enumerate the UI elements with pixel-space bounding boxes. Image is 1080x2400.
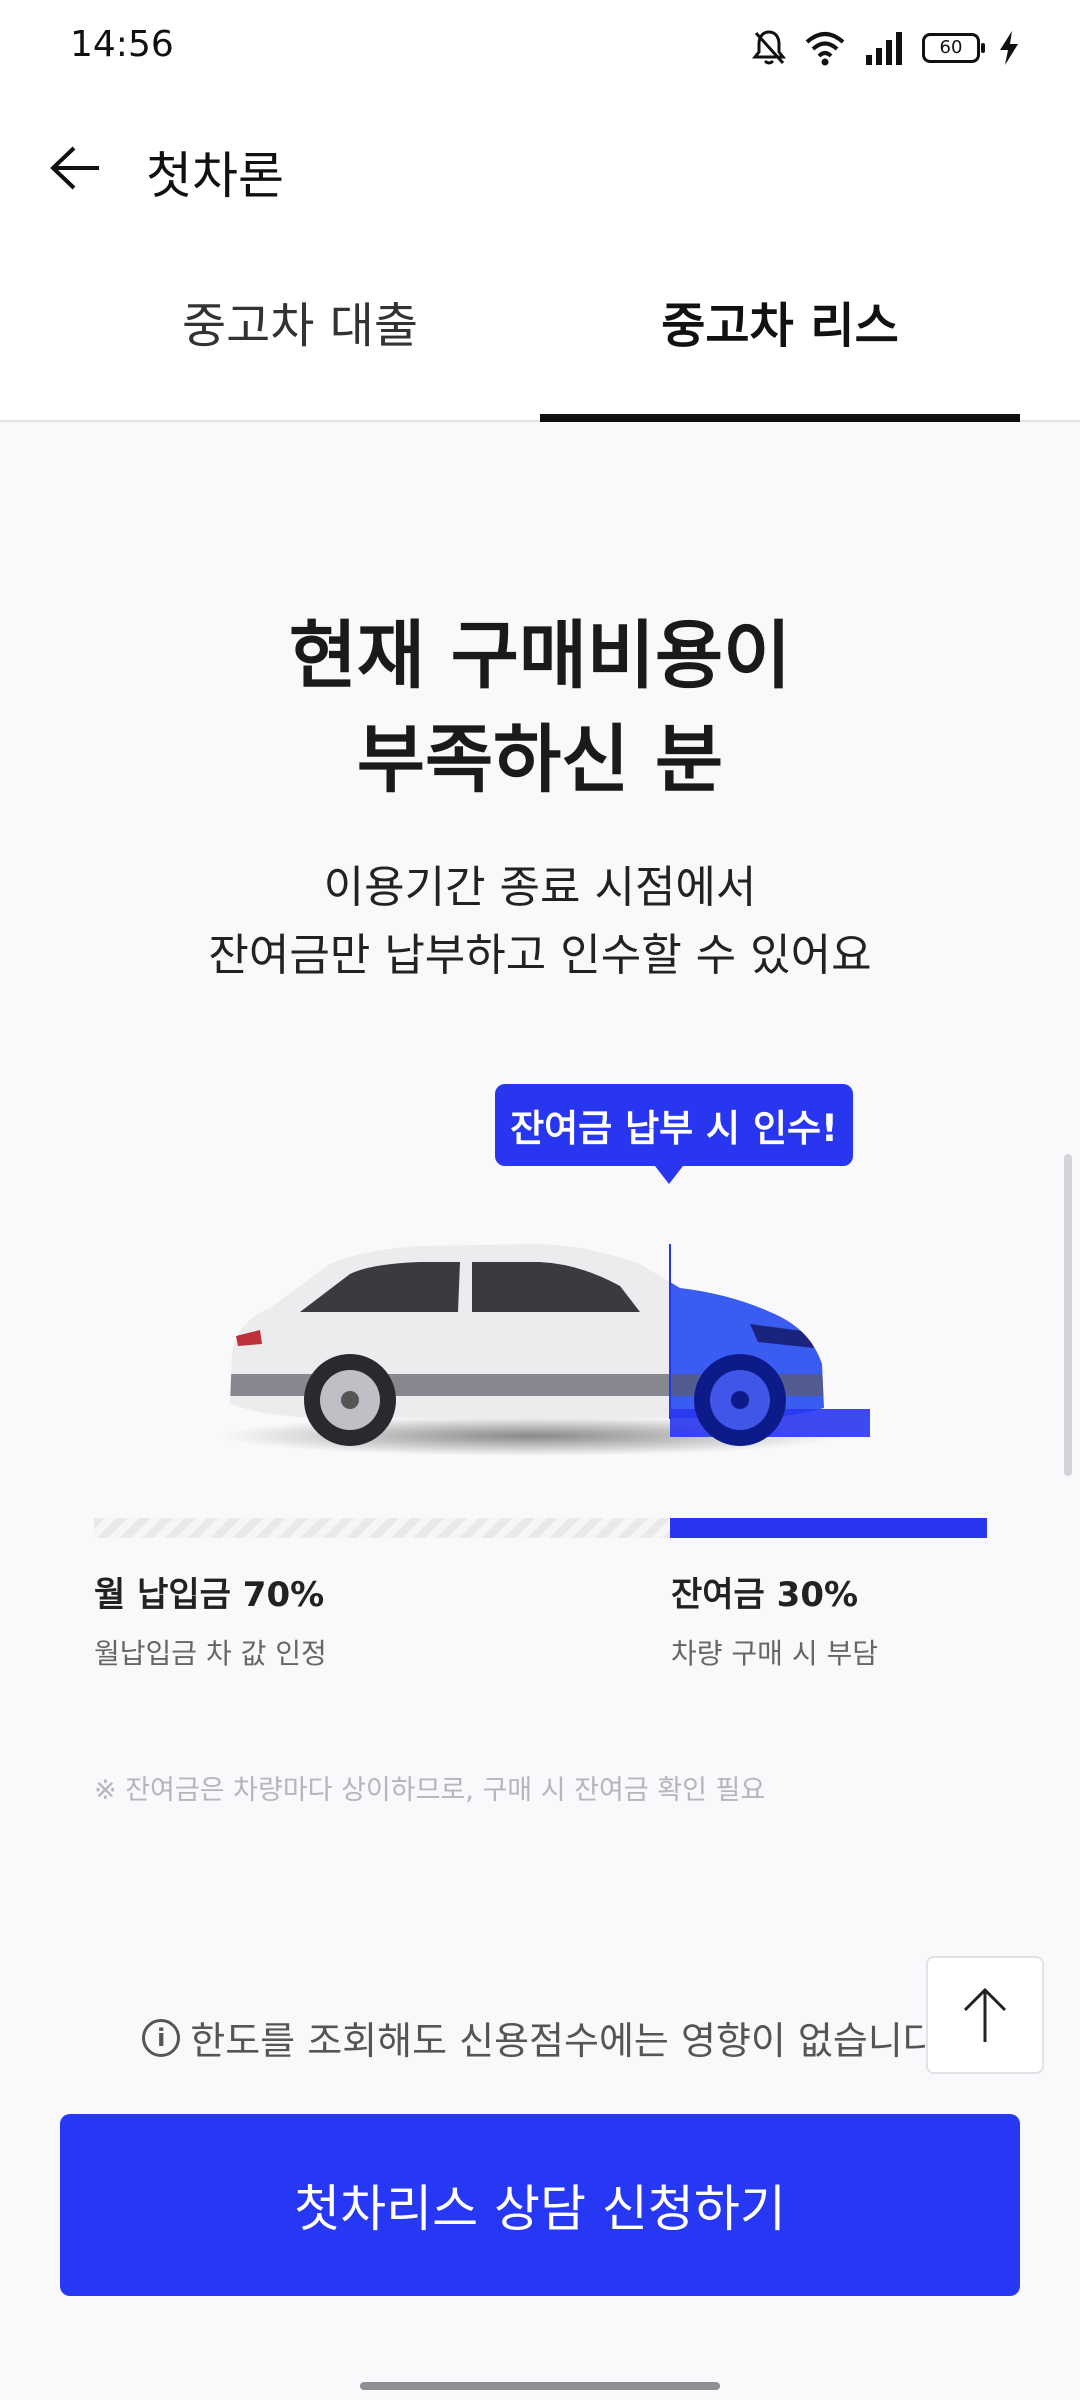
scroll-to-top-button[interactable] bbox=[926, 1956, 1044, 2074]
charging-icon bbox=[1000, 31, 1018, 65]
app-bar: 첫차론 bbox=[0, 96, 1080, 240]
tab-used-car-loan[interactable]: 중고차 대출 bbox=[60, 240, 540, 422]
info-icon: i bbox=[142, 2018, 181, 2057]
residual-note: ※ 잔여금은 차량마다 상이하므로, 구매 시 잔여금 확인 필요 bbox=[94, 1775, 766, 1806]
monthly-payment-bar bbox=[94, 1518, 670, 1538]
residual-desc: 차량 구매 시 부담 bbox=[671, 1637, 879, 1670]
subtext-line-2: 잔여금만 납부하고 인수할 수 있어요 bbox=[208, 930, 872, 981]
tab-bar: 중고차 대출 중고차 리스 bbox=[0, 240, 1080, 422]
signal-icon bbox=[866, 32, 902, 65]
residual-title: 잔여금 30% bbox=[671, 1575, 859, 1615]
credit-info-text: 한도를 조회해도 신용점수에는 영향이 없습니다 bbox=[190, 2019, 938, 2063]
hero-headline: 현재 구매비용이 부족하신 분 bbox=[0, 604, 1080, 812]
wifi-icon bbox=[805, 32, 845, 66]
hero-subtext: 이용기간 종료 시점에서 잔여금만 납부하고 인수할 수 있어요 bbox=[0, 854, 1080, 990]
back-arrow-icon bbox=[50, 146, 99, 190]
mute-icon bbox=[752, 30, 786, 65]
apply-consultation-button[interactable]: 첫차리스 상담 신청하기 bbox=[60, 2114, 1020, 2296]
active-tab-indicator bbox=[540, 414, 1020, 422]
scrollbar[interactable] bbox=[1064, 1154, 1072, 1476]
car-illustration bbox=[220, 1244, 870, 1456]
headline-line-1: 현재 구매비용이 bbox=[288, 613, 792, 699]
status-bar: 14:56 60 bbox=[0, 0, 1080, 96]
page-title: 첫차론 bbox=[146, 147, 284, 205]
monthly-payment-legend: 월 납입금 70% 월납입금 차 값 인정 bbox=[94, 1572, 327, 1672]
credit-info-line: i 한도를 조회해도 신용점수에는 영향이 없습니다 bbox=[0, 2010, 1080, 2065]
home-indicator[interactable] bbox=[360, 2382, 720, 2390]
subtext-line-1: 이용기간 종료 시점에서 bbox=[323, 862, 757, 913]
monthly-payment-desc: 월납입금 차 값 인정 bbox=[94, 1637, 327, 1670]
payment-split-bar bbox=[94, 1518, 987, 1538]
back-button[interactable] bbox=[36, 132, 116, 204]
arrow-up-icon bbox=[963, 1987, 1007, 2042]
battery-icon: 60 bbox=[922, 33, 985, 63]
residual-callout-bubble: 잔여금 납부 시 인수! bbox=[495, 1084, 853, 1184]
headline-line-2: 부족하신 분 bbox=[356, 717, 724, 803]
status-icons: 60 bbox=[752, 26, 1020, 70]
tab-used-car-lease[interactable]: 중고차 리스 bbox=[540, 240, 1020, 422]
main-content: 현재 구매비용이 부족하신 분 이용기간 종료 시점에서 잔여금만 납부하고 인… bbox=[0, 424, 1080, 2400]
status-time: 14:56 bbox=[70, 24, 174, 65]
monthly-payment-title: 월 납입금 70% bbox=[94, 1575, 325, 1615]
residual-payment-bar bbox=[670, 1518, 987, 1538]
residual-legend: 잔여금 30% 차량 구매 시 부담 bbox=[671, 1572, 878, 1672]
